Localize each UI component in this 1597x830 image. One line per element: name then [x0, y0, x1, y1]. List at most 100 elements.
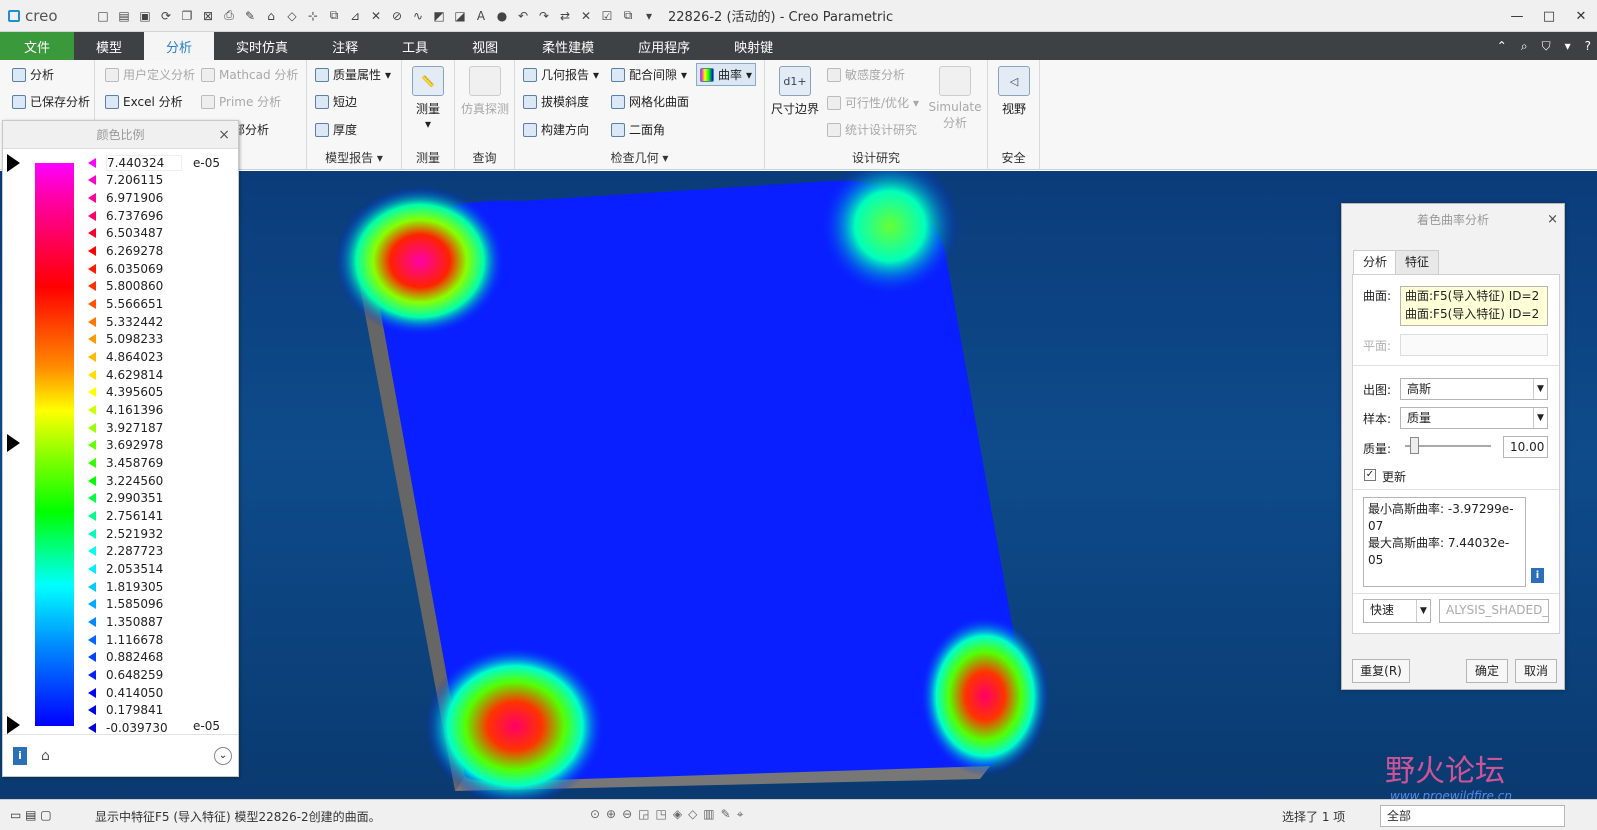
- scale-level[interactable]: 1.819305: [88, 578, 182, 596]
- measure-button[interactable]: 📏 测量 ▾: [412, 66, 444, 131]
- level-marker-icon[interactable]: [88, 599, 96, 610]
- level-marker-icon[interactable]: [88, 246, 96, 257]
- level-marker-icon[interactable]: [88, 475, 96, 486]
- saved-analysis-button[interactable]: 已保存分析: [12, 93, 90, 110]
- scale-level[interactable]: 5.800860: [88, 278, 182, 296]
- scale-level[interactable]: 2.990351: [88, 490, 182, 508]
- simulation-probe-button[interactable]: 仿真探测: [461, 66, 509, 117]
- customize-icon[interactable]: ▾: [640, 7, 658, 25]
- level-marker-icon[interactable]: [88, 316, 96, 327]
- close-button[interactable]: ✕: [1565, 0, 1597, 32]
- level-marker-icon[interactable]: [88, 705, 96, 716]
- tab-analysis[interactable]: 分析: [144, 32, 215, 60]
- scale-level[interactable]: 7.440324: [88, 154, 182, 172]
- view-toolbar[interactable]: ⊙⊕⊖◲◳◈◇▥✎⌖: [590, 807, 749, 822]
- level-marker-icon[interactable]: [88, 405, 96, 416]
- tab-tools[interactable]: 工具: [380, 32, 450, 60]
- level-marker-icon[interactable]: [88, 669, 96, 680]
- mathcad-analysis-button[interactable]: Mathcad 分析: [201, 66, 298, 83]
- open-icon[interactable]: ▤: [115, 7, 133, 25]
- short-edge-button[interactable]: 短边: [315, 93, 357, 110]
- scale-level[interactable]: 4.864023: [88, 348, 182, 366]
- thickness-button[interactable]: 厚度: [315, 121, 357, 138]
- plane-collector[interactable]: [1400, 334, 1548, 356]
- level-marker-icon[interactable]: [88, 458, 96, 469]
- top-slider-handle[interactable]: [7, 154, 20, 172]
- level-marker-icon[interactable]: [88, 369, 96, 380]
- analysis-name-field[interactable]: ALYSIS_SHADED_1: [1439, 599, 1549, 623]
- search-icon[interactable]: ⌕: [1521, 39, 1528, 54]
- statistical-study-button[interactable]: 统计设计研究: [827, 121, 917, 138]
- level-marker-icon[interactable]: [88, 281, 96, 292]
- copy-icon[interactable]: ⧉: [325, 7, 343, 25]
- clearance-button[interactable]: 配合间隙 ▾: [611, 66, 687, 83]
- mode-select[interactable]: 快速 ▼: [1363, 599, 1431, 623]
- tab-model[interactable]: 模型: [74, 32, 144, 60]
- maximize-button[interactable]: □: [1533, 0, 1565, 32]
- feasibility-button[interactable]: 可行性/优化 ▾: [827, 94, 919, 111]
- level-marker-icon[interactable]: [88, 687, 96, 698]
- draft-button[interactable]: 拔模斜度: [523, 93, 589, 110]
- scale-level[interactable]: 3.692978: [88, 437, 182, 455]
- level-marker-icon[interactable]: [88, 387, 96, 398]
- print-icon[interactable]: ⎙: [220, 7, 238, 25]
- scale-level[interactable]: 4.395605: [88, 384, 182, 402]
- level-marker-icon[interactable]: [88, 546, 96, 557]
- scale-level[interactable]: 5.566651: [88, 295, 182, 313]
- close-window-icon[interactable]: ⊠: [199, 7, 217, 25]
- level-marker-icon[interactable]: [88, 193, 96, 204]
- level-marker-icon[interactable]: [88, 493, 96, 504]
- level-marker-icon[interactable]: [88, 581, 96, 592]
- scale-level[interactable]: 0.414050: [88, 684, 182, 702]
- sample-select[interactable]: 质量 ▼: [1400, 407, 1548, 429]
- help-icon[interactable]: ?: [1585, 39, 1591, 53]
- info-icon[interactable]: i: [13, 746, 27, 765]
- level-marker-icon[interactable]: [88, 157, 96, 168]
- collapse-ribbon-icon[interactable]: ⌃: [1497, 39, 1507, 53]
- tab-applications[interactable]: 应用程序: [616, 32, 712, 60]
- scale-level[interactable]: 7.206115: [88, 172, 182, 190]
- scale-level[interactable]: 6.971906: [88, 189, 182, 207]
- build-direction-button[interactable]: 构建方向: [523, 121, 589, 138]
- level-marker-icon[interactable]: [88, 634, 96, 645]
- point-icon[interactable]: ✕: [367, 7, 385, 25]
- level-marker-icon[interactable]: [88, 563, 96, 574]
- scale-level[interactable]: 6.269278: [88, 242, 182, 260]
- info-icon[interactable]: i: [1531, 568, 1544, 583]
- hat-icon[interactable]: ⛉: [1542, 39, 1551, 54]
- scale-level[interactable]: 5.098233: [88, 331, 182, 349]
- level-marker-icon[interactable]: [88, 299, 96, 310]
- scale-level[interactable]: 5.332442: [88, 313, 182, 331]
- chevron-down-icon[interactable]: ⌄: [214, 746, 232, 765]
- update-checkbox[interactable]: ✓: [1364, 469, 1376, 481]
- undo-icon[interactable]: ↶: [514, 7, 532, 25]
- tab-feature-dialog[interactable]: 特征: [1395, 250, 1440, 274]
- scale-level[interactable]: 3.458769: [88, 454, 182, 472]
- dialog-close-icon[interactable]: ×: [1547, 212, 1558, 227]
- selection-filter[interactable]: 全部: [1380, 805, 1565, 827]
- checkbox-icon[interactable]: ☑: [598, 7, 616, 25]
- group-label-model-report[interactable]: 模型报告 ▾: [307, 149, 401, 166]
- scale-level[interactable]: 1.116678: [88, 631, 182, 649]
- level-marker-icon[interactable]: [88, 652, 96, 663]
- simulate-analysis-button[interactable]: Simulate 分析: [928, 66, 982, 131]
- repeat-button[interactable]: 重复(R): [1352, 659, 1410, 683]
- field-of-view-button[interactable]: ◁ 视野: [998, 66, 1030, 117]
- quality-slider-thumb[interactable]: [1409, 437, 1419, 454]
- level-marker-icon[interactable]: [88, 616, 96, 627]
- level-marker-icon[interactable]: [88, 422, 96, 433]
- status-icons[interactable]: ▭ ▤ ▢: [10, 808, 52, 822]
- mid-slider-handle[interactable]: [7, 434, 20, 452]
- windows-icon[interactable]: ❐: [178, 7, 196, 25]
- scale-level[interactable]: 6.035069: [88, 260, 182, 278]
- geometry-report-button[interactable]: 几何报告 ▾: [523, 66, 599, 83]
- new-icon[interactable]: □: [94, 7, 112, 25]
- group-label-inspect-geometry[interactable]: 检查几何 ▾: [515, 149, 764, 166]
- sensitivity-analysis-button[interactable]: 敏感度分析: [827, 66, 905, 83]
- scale-level[interactable]: 4.629814: [88, 366, 182, 384]
- scale-level[interactable]: 2.053514: [88, 560, 182, 578]
- windows-switch-icon[interactable]: ⧉: [619, 7, 637, 25]
- level-marker-icon[interactable]: [88, 263, 96, 274]
- edit-icon[interactable]: ◪: [451, 7, 469, 25]
- scale-level[interactable]: 6.503487: [88, 225, 182, 243]
